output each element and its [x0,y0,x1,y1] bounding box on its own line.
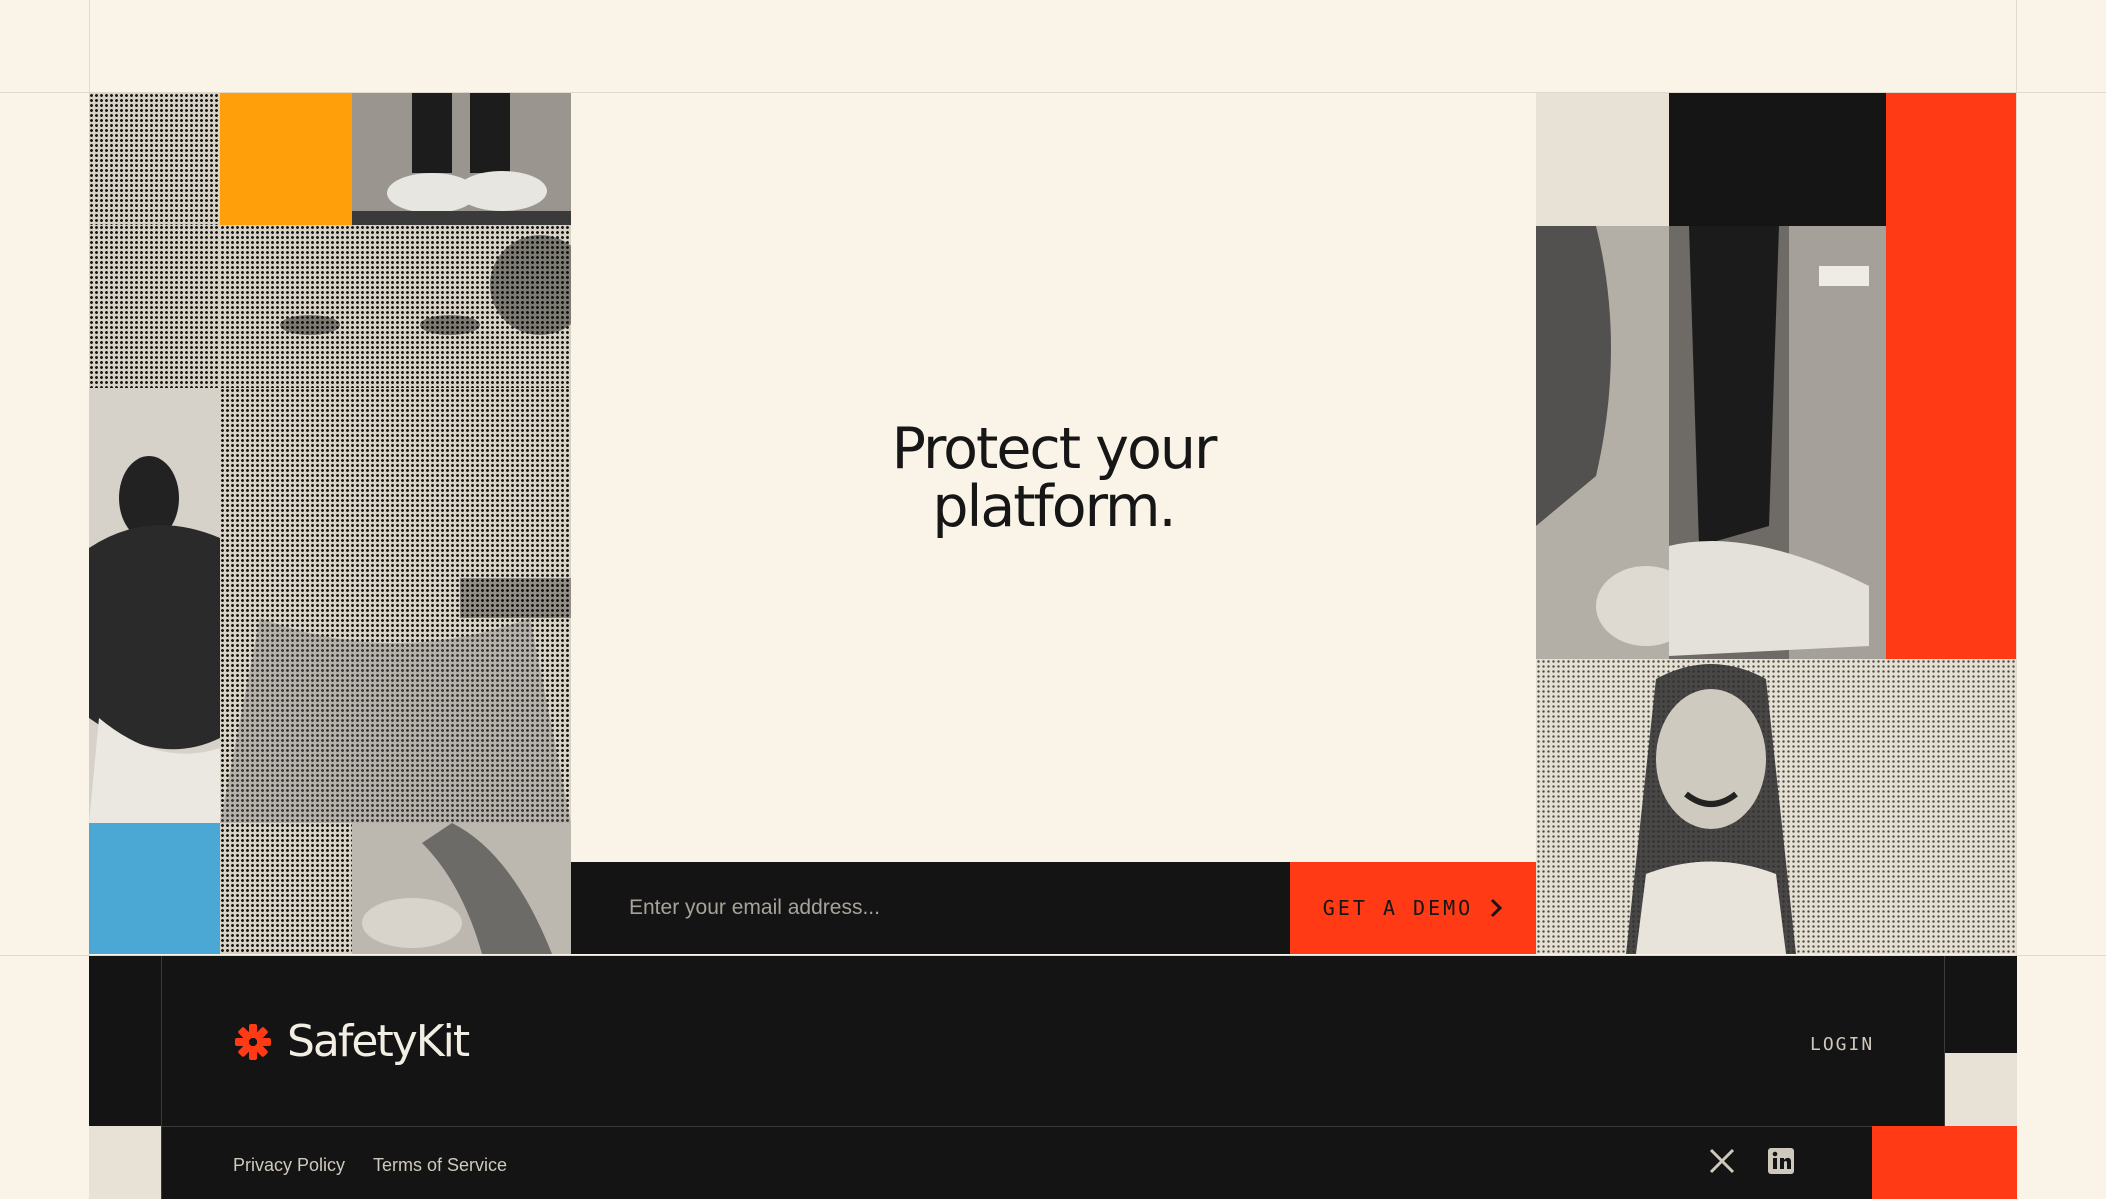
halftone-bottom-tile [220,823,352,954]
landing-page: Protect your platform. GET A DEMO [0,0,2106,1199]
footer-red-tile [1872,1126,2017,1199]
hero-section: Protect your platform. [571,93,1536,862]
halftone-face-tile-2 [220,225,571,388]
motion-blur-photo-tile [352,823,571,954]
get-a-demo-button[interactable]: GET A DEMO [1290,862,1536,954]
orange-color-tile [220,93,352,225]
brand-logo-icon [235,1023,271,1060]
hero-title: Protect your platform. [891,415,1218,540]
brand-logo[interactable]: SafetyKit [233,1016,470,1067]
halftone-hair-tile [89,93,220,225]
email-signup-bar [571,862,1290,954]
footer-divider-left [161,956,162,1199]
halftone-portrait-tile [220,388,571,823]
site-footer: SafetyKit LOGIN Privacy Policy Terms of … [89,956,2017,1199]
red-color-tile-2 [1886,226,2016,659]
sneakers-photo-tile [352,93,571,225]
beige-color-tile [1536,93,1669,226]
halftone-face-tile-1 [89,225,220,388]
runner-photo-tile [89,388,220,823]
get-a-demo-label: GET A DEMO [1322,896,1474,920]
halftone-texture-tile [1886,659,2016,954]
blue-color-tile [89,823,220,954]
red-color-tile-1 [1886,93,2016,226]
email-input[interactable] [629,896,1269,920]
frame-line-right [2016,0,2017,956]
terms-of-service-link[interactable]: Terms of Service [373,1155,507,1176]
chevron-right-icon [1491,898,1503,918]
linkedin-icon[interactable] [1766,1146,1796,1176]
black-color-tile [1669,93,1886,226]
footer-beige-tile [1945,1053,2017,1126]
brand-name: SafetyKit [287,1016,470,1067]
footer-left-beige-tile [89,1126,161,1199]
smiling-woman-photo-tile [1536,659,1886,954]
privacy-policy-link[interactable]: Privacy Policy [233,1155,345,1176]
walking-blur-photo-tile [1536,226,1669,659]
x-icon[interactable] [1707,1146,1737,1176]
subway-photo-tile [1669,226,1886,659]
login-link[interactable]: LOGIN [1810,1034,1874,1055]
footer-divider-horizontal [161,1126,1944,1127]
